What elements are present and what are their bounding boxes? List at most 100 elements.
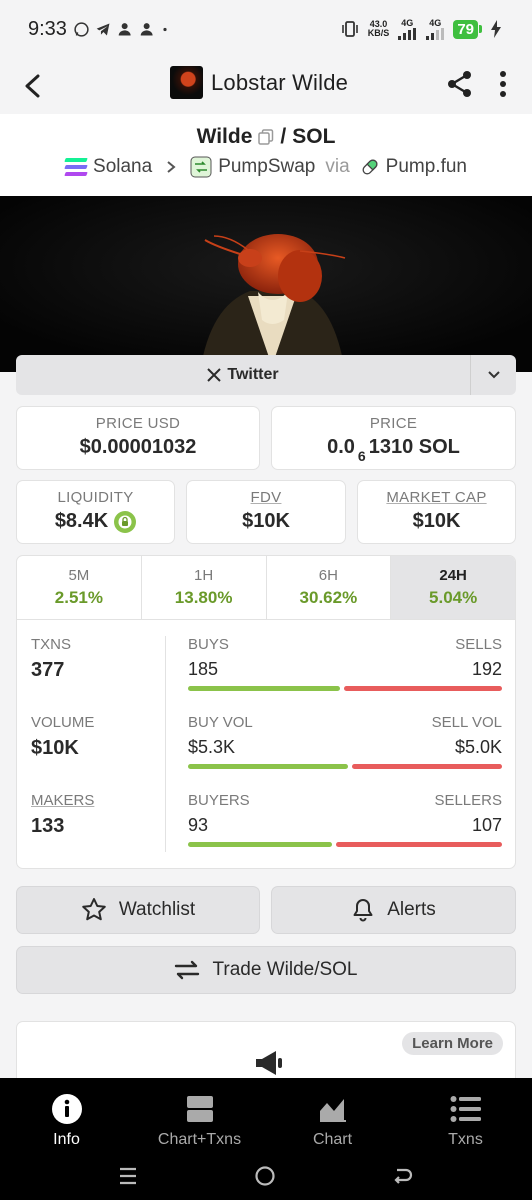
trade-button[interactable]: Trade Wilde/SOL (16, 946, 516, 994)
stats-breakdown: BUYS SELLS 185 192 BUY VOL SELL VOL $5.3K $5… (188, 636, 502, 868)
status-time: 9:33 (28, 17, 67, 40)
chevron-right-icon (167, 161, 176, 173)
nav-info[interactable]: Info (0, 1078, 133, 1152)
price-native-value: 0.0 6 1310 SOL (327, 436, 460, 464)
alerts-button[interactable]: Alerts (271, 886, 516, 934)
bell-icon (353, 899, 373, 922)
page-title: Lobstar Wilde (211, 69, 349, 95)
info-icon (51, 1094, 82, 1124)
fdv-card[interactable]: FDV $10K (186, 480, 346, 544)
share-icon (448, 71, 471, 97)
star-icon (82, 898, 106, 921)
sells-bar (344, 686, 502, 691)
volume-stat: VOLUME $10K (31, 714, 95, 759)
x-logo-icon (207, 368, 222, 382)
arrow-left-icon (25, 74, 40, 98)
more-vertical-icon (500, 71, 506, 97)
nav-txns[interactable]: Txns (399, 1078, 532, 1152)
buys-sells-ratio: BUYS SELLS 185 192 (188, 636, 502, 714)
liquidity-card: LIQUIDITY $8.4K (16, 480, 175, 544)
market-cap-label: MARKET CAP (386, 489, 487, 506)
more-options-button[interactable] (488, 66, 518, 102)
lobster-portrait-image (0, 196, 532, 372)
pair-info: Wilde / SOL Solana PumpSwap via Pump.fun (0, 114, 532, 196)
socials-dropdown-button[interactable] (470, 355, 516, 395)
launchpad-name[interactable]: Pump.fun (386, 156, 467, 178)
dex-name[interactable]: PumpSwap (218, 156, 315, 178)
twitter-button[interactable]: Twitter (16, 366, 470, 384)
user-add-icon-2 (140, 22, 153, 35)
chain-breadcrumb: Solana PumpSwap via Pump.fun (0, 156, 532, 178)
nav-chart[interactable]: Chart (266, 1078, 399, 1152)
twitter-label: Twitter (227, 366, 279, 383)
share-button[interactable] (442, 66, 478, 102)
app-header: Lobstar Wilde (0, 58, 532, 114)
vibrate-icon (341, 21, 358, 37)
price-label: PRICE (369, 415, 418, 432)
solana-icon (64, 158, 88, 176)
social-bar: Twitter (16, 355, 516, 395)
liquidity-label: LIQUIDITY (57, 489, 134, 506)
area-chart-icon (319, 1099, 346, 1122)
pair-name: Wilde / SOL (0, 125, 532, 149)
learn-more-button[interactable]: Learn More (402, 1032, 503, 1055)
home-icon[interactable] (254, 1165, 276, 1187)
dot-icon (163, 27, 167, 31)
via-text: via (325, 156, 350, 177)
pair-separator: / (280, 125, 287, 148)
chain-name[interactable]: Solana (93, 156, 152, 178)
buys-bar (188, 686, 341, 691)
txns-stat: TXNS 377 (31, 636, 72, 681)
bottom-navigation: Info Chart+Txns Chart Txns (0, 1078, 532, 1152)
sellers-bar (336, 842, 502, 847)
lock-icon[interactable] (114, 510, 137, 533)
fdv-label: FDV (250, 489, 282, 506)
timeframe-tabs: 5M 2.51% 1H 13.80% 6H 30.62% 24H 5.04% (17, 556, 515, 620)
chevron-down-icon (487, 371, 500, 379)
market-cap-value: $10K (412, 510, 461, 532)
battery-indicator: 79 (453, 19, 482, 39)
liquidity-value: $8.4K (54, 510, 109, 532)
network-speed: 43.0 KB/S (367, 19, 390, 38)
split-view-icon (186, 1096, 213, 1122)
pump-fun-icon (362, 159, 378, 175)
fdv-value: $10K (242, 510, 290, 532)
pumpswap-icon (190, 156, 212, 178)
signal-2: 4G (425, 18, 445, 40)
quote-token: SOL (292, 125, 336, 148)
price-usd-label: PRICE USD (95, 415, 181, 432)
copy-icon[interactable] (258, 129, 274, 145)
stats-summary: TXNS 377 VOLUME $10K MAKERS 133 (31, 636, 165, 868)
nav-chart-txns[interactable]: Chart+Txns (133, 1078, 266, 1152)
whatsapp-icon (74, 21, 89, 37)
tab-24h[interactable]: 24H 5.04% (391, 556, 515, 619)
signal-icon (398, 27, 417, 40)
swap-arrows-icon (175, 960, 200, 980)
system-back-icon[interactable] (392, 1166, 414, 1186)
makers-stat[interactable]: MAKERS 133 (31, 792, 165, 868)
buys-sells-bar (188, 686, 502, 691)
buyers-bar (188, 842, 333, 847)
signal-icon-2 (426, 27, 445, 40)
volume-bar (188, 764, 502, 769)
status-bar: 9:33 43.0 KB/S 4G 4G 79 (0, 0, 532, 58)
base-token: Wilde (196, 125, 253, 148)
telegram-icon (96, 23, 110, 35)
watchlist-button[interactable]: Watchlist (16, 886, 260, 934)
back-button[interactable] (16, 68, 52, 104)
token-avatar (170, 66, 203, 99)
buyers-sellers-ratio: BUYERS SELLERS 93 107 (188, 792, 502, 868)
price-native-card: PRICE 0.0 6 1310 SOL (271, 406, 516, 470)
tab-6h[interactable]: 6H 30.62% (267, 556, 392, 619)
list-icon (450, 1096, 481, 1122)
tab-5m[interactable]: 5M 2.51% (17, 556, 142, 619)
market-cap-card[interactable]: MARKET CAP $10K (357, 480, 516, 544)
signal-1: 4G (397, 18, 417, 40)
header-token: Lobstar Wilde (170, 66, 348, 99)
stats-divider (165, 636, 166, 852)
system-navigation (0, 1152, 532, 1200)
recents-icon[interactable] (118, 1166, 138, 1186)
volume-ratio: BUY VOL SELL VOL $5.3K $5.0K (188, 714, 502, 792)
tab-1h[interactable]: 1H 13.80% (142, 556, 267, 619)
sell-vol-bar (351, 764, 502, 769)
